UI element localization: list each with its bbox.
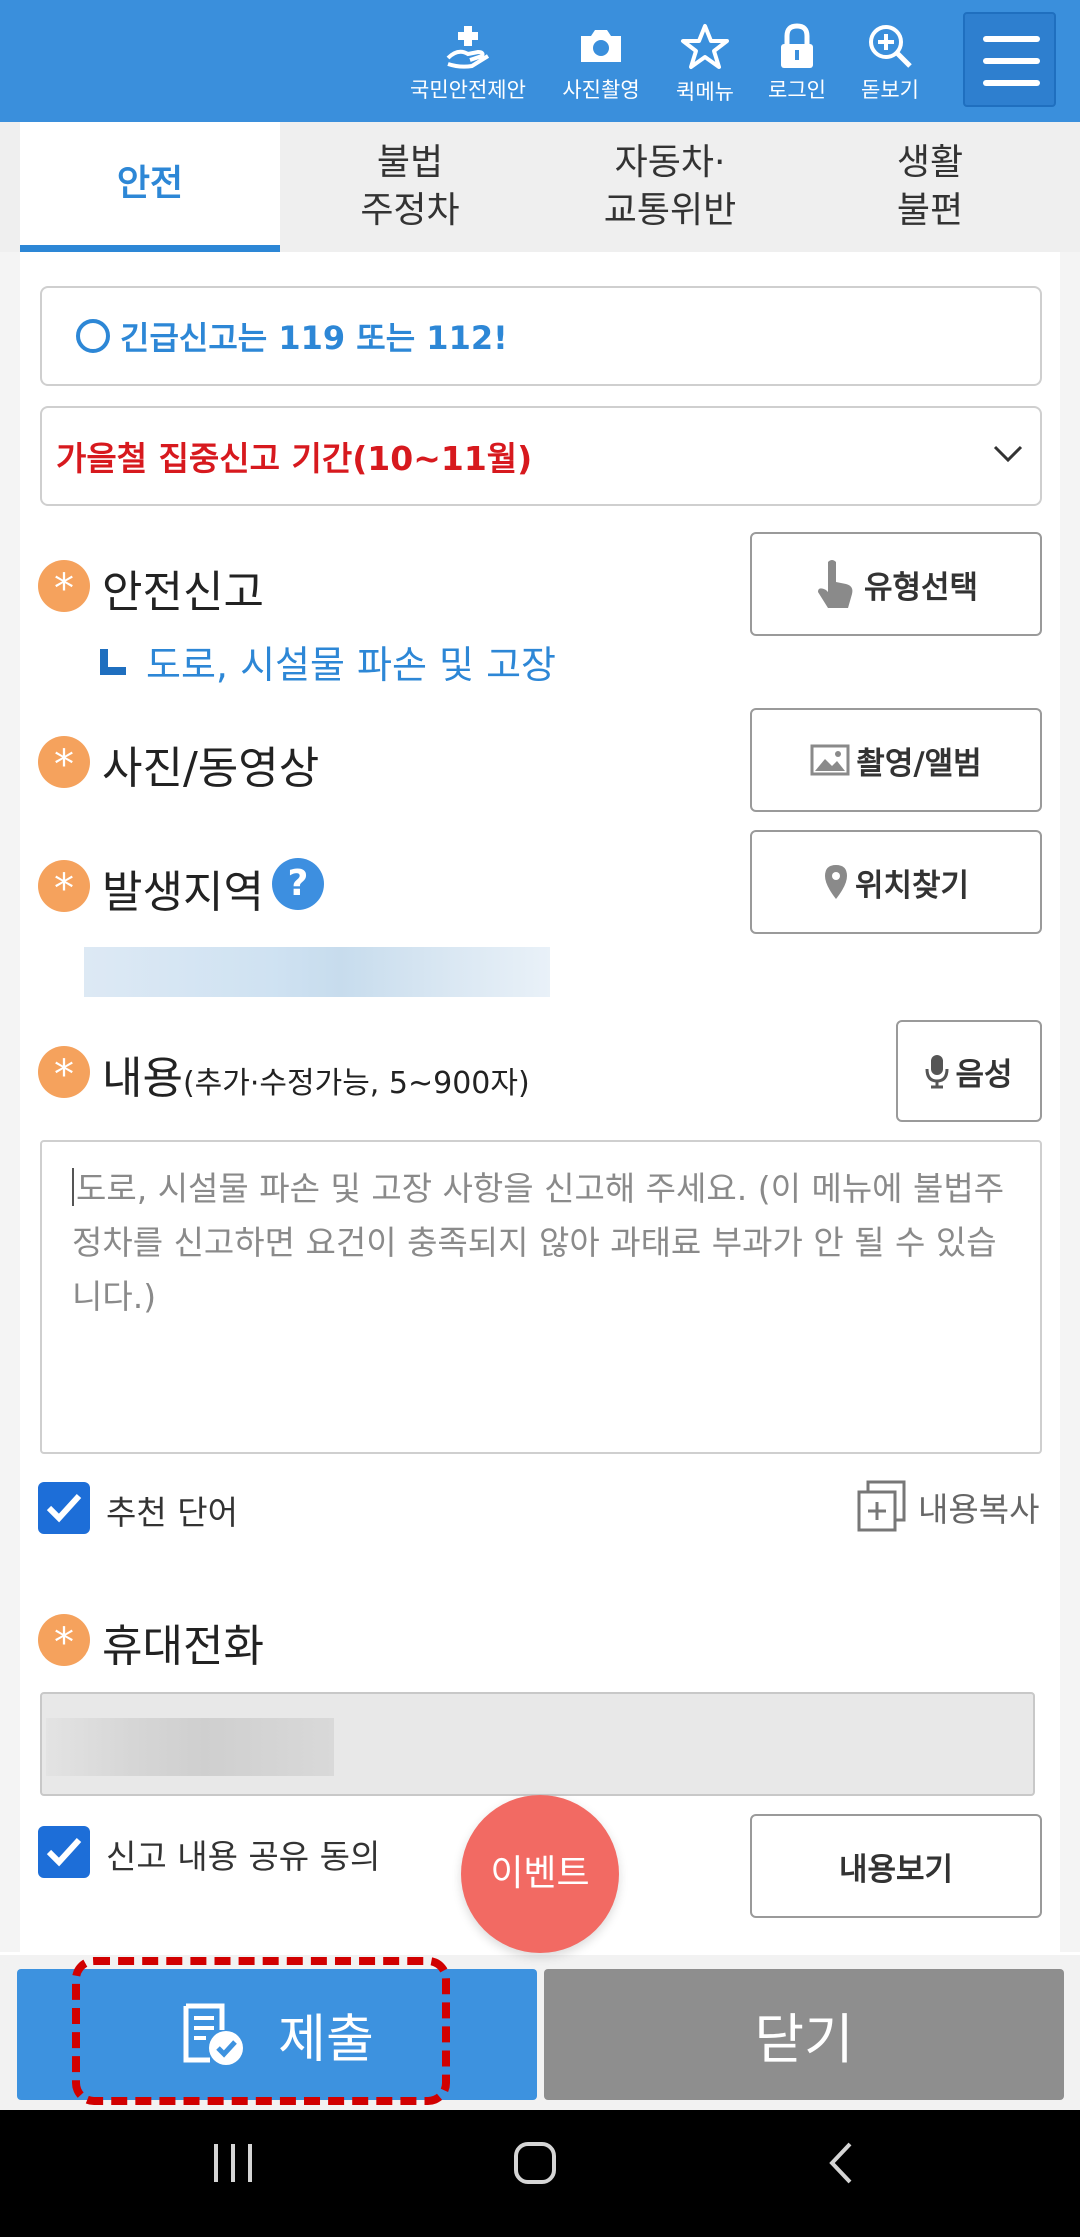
system-nav-bar <box>0 2110 1080 2237</box>
back-icon[interactable] <box>818 2140 864 2186</box>
right-gutter <box>1060 252 1080 1952</box>
location-pin-icon <box>824 865 847 899</box>
blurred-address <box>84 947 550 997</box>
selected-type-text: 도로, 시설물 파손 및 고장 <box>146 643 556 687</box>
voice-input-button[interactable]: 음성 <box>896 1020 1042 1122</box>
copy-content-label: 내용복사 <box>918 1490 1040 1529</box>
content-hint: (추가·수정가능, 5~900자) <box>182 1066 530 1101</box>
check-icon <box>46 1493 82 1523</box>
lock-icon <box>781 23 813 68</box>
tab-living-inconvenience-label: 생활 불편 <box>896 142 964 231</box>
share-consent-checkbox[interactable] <box>38 1826 90 1878</box>
text-caret <box>72 1168 74 1206</box>
camera-icon <box>581 30 621 62</box>
content-textarea[interactable]: 도로, 시설물 파손 및 고장 사항을 신고해 주세요. (이 메뉴에 불법주정… <box>40 1140 1042 1454</box>
view-content-label: 내용보기 <box>838 1851 954 1888</box>
microphone-icon <box>925 1055 949 1089</box>
content-label-text: 내용 <box>102 1053 183 1104</box>
tab-traffic-violation-label: 자동차· 교통위반 <box>603 142 737 231</box>
event-floating-button[interactable]: 이벤트 <box>461 1795 619 1953</box>
required-icon: * <box>38 736 90 788</box>
tab-living-inconvenience[interactable]: 생활 불편 <box>800 122 1060 252</box>
capture-album-button[interactable]: 촬영/앨범 <box>750 708 1042 812</box>
emergency-notice-text: 긴급신고는 119 또는 112! <box>120 319 508 357</box>
photo-capture-label: 사진촬영 <box>562 78 640 102</box>
media-label: 사진/동영상 <box>102 743 320 794</box>
tab-traffic-violation[interactable]: 자동차· 교통위반 <box>540 122 800 252</box>
recommend-checkbox[interactable] <box>38 1482 90 1534</box>
location-label: 발생지역 <box>102 867 264 918</box>
check-icon <box>46 1837 82 1867</box>
content-placeholder: 도로, 시설물 파손 및 고장 사항을 신고해 주세요. (이 메뉴에 불법주정… <box>72 1169 1005 1316</box>
find-location-button[interactable]: 위치찾기 <box>750 830 1042 934</box>
star-icon <box>681 24 729 69</box>
required-icon: * <box>38 1046 90 1098</box>
select-type-label: 유형선택 <box>863 569 979 606</box>
phone-label: 휴대전화 <box>102 1621 264 1672</box>
magnifier-button[interactable]: 돋보기 <box>830 22 950 112</box>
content-label: 내용(추가·수정가능, 5~900자) <box>102 1042 530 1106</box>
voice-input-label: 음성 <box>955 1056 1013 1093</box>
touch-hand-icon <box>817 560 853 608</box>
safety-proposal-label: 국민안전제안 <box>410 78 526 102</box>
copy-content-button[interactable]: 내용복사 <box>856 1480 1039 1534</box>
selected-type: 도로, 시설물 파손 및 고장 <box>100 634 556 689</box>
share-consent-label: 신고 내용 공유 동의 <box>106 1837 381 1876</box>
campaign-text: 가을철 집중신고 기간(10~11월) <box>56 439 533 478</box>
category-tabs: 안전 불법 주정차 자동차· 교통위반 생활 불편 <box>0 122 1080 252</box>
highlight-box <box>72 1957 450 2105</box>
blurred-phone-number <box>46 1718 334 1776</box>
corner-arrow-icon <box>100 648 126 675</box>
hamburger-icon[interactable] <box>963 12 1056 107</box>
magnifier-plus-icon <box>869 25 912 68</box>
left-gutter <box>0 252 20 1952</box>
safety-proposal-button[interactable]: 국민안전제안 <box>408 22 528 112</box>
select-type-button[interactable]: 유형선택 <box>750 532 1042 636</box>
capture-album-label: 촬영/앨범 <box>856 745 982 782</box>
home-icon[interactable] <box>512 2140 558 2186</box>
required-icon: * <box>38 860 90 912</box>
photo-capture-button[interactable]: 사진촬영 <box>541 22 661 112</box>
emergency-notice: 긴급신고는 119 또는 112! <box>40 286 1042 386</box>
image-icon <box>810 744 850 776</box>
required-icon: * <box>38 560 90 612</box>
tab-safety[interactable]: 안전 <box>20 122 280 252</box>
campaign-dropdown[interactable]: 가을철 집중신고 기간(10~11월) <box>40 406 1042 506</box>
tab-illegal-parking-label: 불법 주정차 <box>360 142 460 231</box>
tab-illegal-parking[interactable]: 불법 주정차 <box>280 122 540 252</box>
magnifier-label: 돋보기 <box>861 78 919 102</box>
view-content-button[interactable]: 내용보기 <box>750 1814 1042 1918</box>
required-icon: * <box>38 1614 90 1666</box>
circle-icon <box>76 319 110 353</box>
recent-apps-icon[interactable] <box>210 2140 256 2186</box>
top-app-bar: 국민안전제안 사진촬영 퀵메뉴 로그인 돋보기 <box>0 0 1080 122</box>
tab-safety-label: 안전 <box>116 162 184 204</box>
report-type-label: 안전신고 <box>102 567 264 618</box>
chevron-down-icon <box>993 445 1023 463</box>
hand-heart-icon <box>446 26 490 69</box>
help-icon[interactable]: ? <box>272 858 324 910</box>
close-button[interactable]: 닫기 <box>544 1969 1064 2100</box>
find-location-label: 위치찾기 <box>854 867 970 904</box>
copy-icon <box>857 1480 906 1532</box>
close-label: 닫기 <box>754 2008 854 2071</box>
recommend-label: 추천 단어 <box>106 1493 238 1532</box>
